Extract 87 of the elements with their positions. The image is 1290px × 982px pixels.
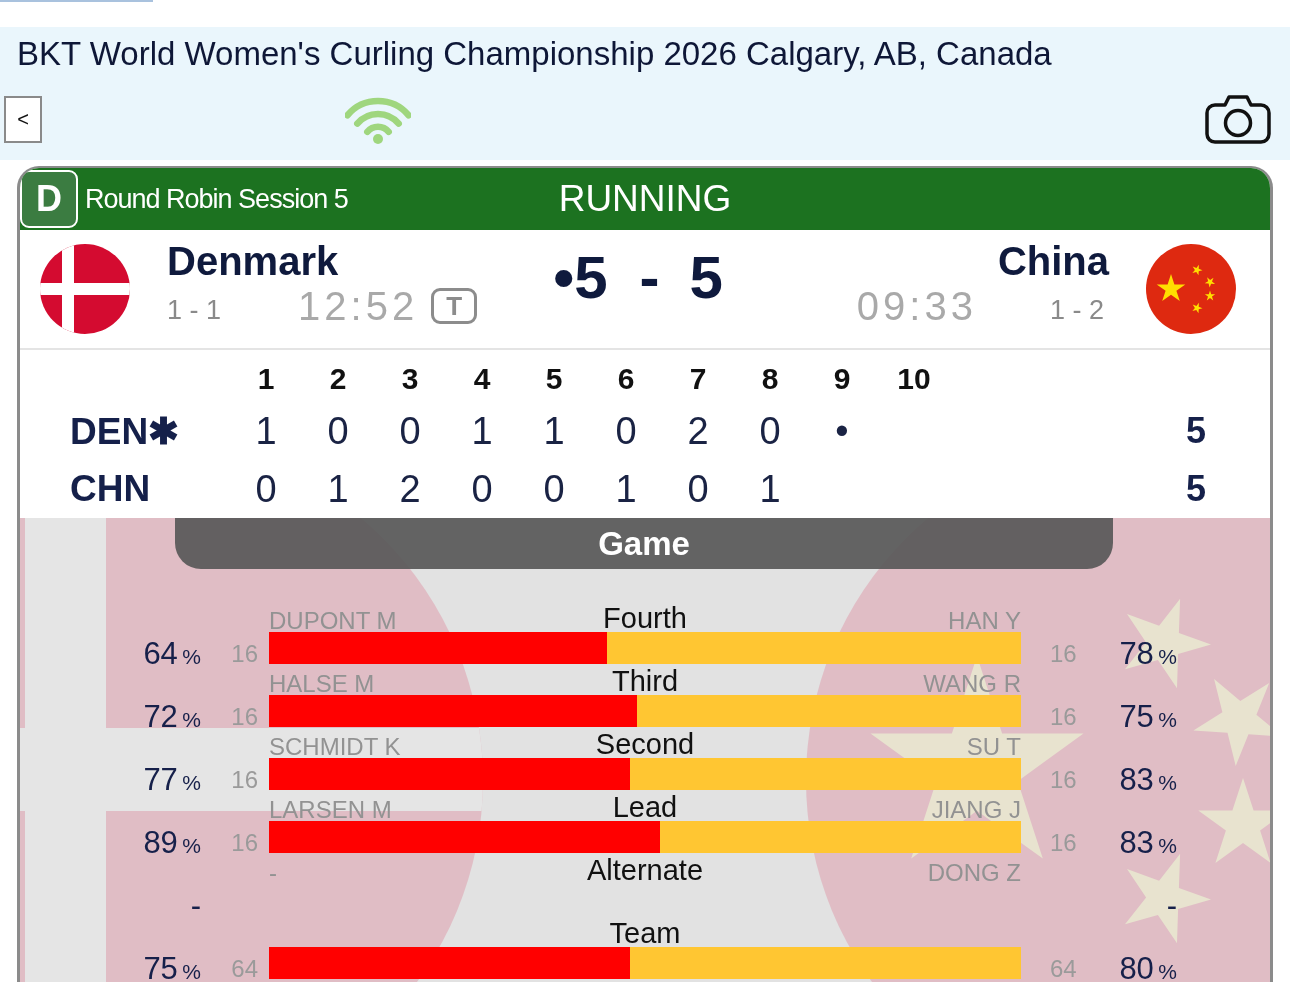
shot-count: 16 — [1049, 639, 1077, 664]
player-name: HALSE M — [269, 670, 375, 698]
accuracy-percent: 83% — [1119, 761, 1178, 790]
team-name: Denmark — [167, 238, 339, 284]
shot-count: 16 — [231, 828, 259, 853]
end-score: 0 — [254, 467, 278, 511]
end-score: 1 — [254, 409, 278, 453]
end-number: 4 — [472, 362, 492, 396]
section-header: Game — [175, 518, 1113, 569]
end-number: 6 — [616, 362, 636, 396]
position-label: Alternate — [586, 853, 704, 887]
home-score: •5 — [553, 248, 608, 308]
team-name: China — [997, 238, 1109, 284]
camera-icon[interactable] — [1205, 94, 1271, 144]
end-score: 0 — [326, 409, 350, 453]
player-name: WANG R — [923, 670, 1021, 698]
accuracy-percent: 78% — [1119, 635, 1178, 664]
team-record: 1 - 1 — [167, 294, 222, 326]
thinking-time: 12:52 — [298, 283, 419, 329]
player-name: - — [269, 859, 277, 887]
end-score: 0 — [470, 467, 494, 511]
player-name: SCHMIDT K — [269, 733, 401, 761]
total-score: 5 — [1185, 468, 1207, 510]
accuracy-percent: 75% — [1119, 698, 1178, 727]
session-label: Round Robin Session 5 — [85, 183, 348, 215]
accuracy-percent: 80% — [1119, 950, 1178, 979]
position-label: Team — [609, 916, 681, 950]
team-record: 1 - 2 — [1049, 294, 1104, 326]
end-score: 0 — [614, 409, 638, 453]
end-score: 0 — [686, 467, 710, 511]
position-label: Second — [595, 727, 695, 761]
team-code: DEN✱ — [69, 409, 181, 453]
accuracy-percent: - — [1166, 887, 1178, 916]
end-score: 1 — [326, 467, 350, 511]
end-score: 1 — [470, 409, 494, 453]
chinese-flag-icon — [1146, 244, 1236, 334]
accuracy-percent: 89% — [143, 824, 202, 853]
player-name: DONG Z — [927, 859, 1021, 887]
end-number: 3 — [400, 362, 420, 396]
end-score: 1 — [758, 467, 782, 511]
sheet-letter: D — [20, 170, 78, 228]
shot-count: 16 — [1049, 765, 1077, 790]
end-score: 0 — [758, 409, 782, 453]
shot-count: 16 — [231, 639, 259, 664]
timeout-indicator: T — [431, 288, 478, 324]
end-score: 2 — [686, 409, 710, 453]
game-status: RUNNING — [558, 178, 732, 220]
team-code: CHN — [69, 468, 152, 510]
player-name: JIANG J — [931, 796, 1021, 824]
shot-count: 16 — [231, 702, 259, 727]
end-number: 2 — [328, 362, 348, 396]
end-score: 0 — [542, 467, 566, 511]
shot-count: 16 — [1049, 828, 1077, 853]
back-button[interactable]: < — [4, 95, 42, 143]
player-name: SU T — [966, 733, 1021, 761]
accuracy-percent: 77% — [143, 761, 202, 790]
end-score: • — [834, 409, 850, 453]
event-title: BKT World Women's Curling Championship 2026 Calgary, AB, Canada — [16, 35, 1053, 73]
end-number: 8 — [760, 362, 780, 396]
shot-count: 64 — [231, 954, 259, 979]
score-separator: - — [639, 248, 660, 308]
thinking-time: 09:33 — [856, 283, 977, 329]
end-score: 1 — [614, 467, 638, 511]
position-label: Lead — [612, 790, 678, 824]
end-score: 2 — [398, 467, 422, 511]
accuracy-percent: 75% — [143, 950, 202, 979]
away-score: 5 — [689, 248, 723, 308]
end-number: 1 — [256, 362, 276, 396]
player-name: DUPONT M — [269, 607, 397, 635]
end-score: 1 — [542, 409, 566, 453]
accuracy-percent: 83% — [1119, 824, 1178, 853]
end-score: 0 — [398, 409, 422, 453]
end-number: 9 — [832, 362, 852, 396]
end-number: 10 — [896, 362, 932, 396]
shot-count: 64 — [1049, 954, 1077, 979]
total-score: 5 — [1185, 410, 1207, 452]
player-name: HAN Y — [948, 607, 1021, 635]
position-label: Fourth — [603, 601, 687, 635]
shot-count: 16 — [1049, 702, 1077, 727]
accuracy-percent: 64% — [143, 635, 202, 664]
end-number: 5 — [544, 362, 564, 396]
shot-count: 16 — [231, 765, 259, 790]
player-name: LARSEN M — [269, 796, 392, 824]
position-label: Third — [611, 664, 679, 698]
accuracy-percent: 72% — [143, 698, 202, 727]
end-number: 7 — [688, 362, 708, 396]
accuracy-percent: - — [190, 887, 202, 916]
